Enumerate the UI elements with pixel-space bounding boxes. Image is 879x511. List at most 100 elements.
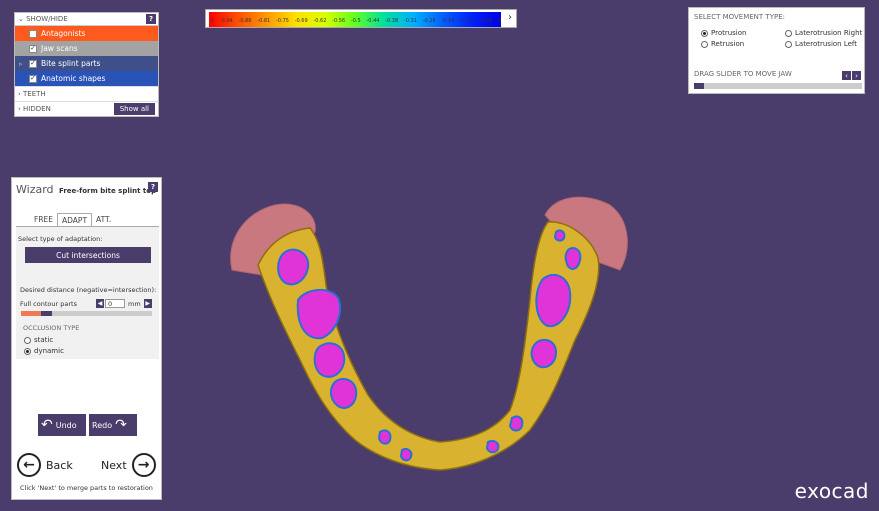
back-button[interactable]: ← Back — [17, 453, 73, 477]
slider-left-button[interactable]: ‹ — [842, 71, 851, 80]
visibility-item-jaw-scans[interactable]: ✓ Jaw scans — [15, 41, 158, 56]
checkbox-anatomic-shapes[interactable]: ✓ — [29, 74, 37, 83]
slider-right-button[interactable]: › — [852, 71, 861, 80]
radio-label: Protrusion — [711, 29, 747, 37]
contact-spot — [399, 447, 413, 462]
radio-label: Laterotrusion Left — [795, 40, 858, 48]
scale-tick-label: -0.81 — [257, 18, 271, 24]
jaw-movement-slider[interactable] — [694, 83, 862, 89]
contact-spot — [313, 342, 346, 378]
scale-tick-label: -0.06 — [478, 18, 492, 24]
radio-button[interactable] — [785, 40, 792, 48]
radio-label: static — [34, 336, 54, 344]
teeth-label: TEETH — [23, 90, 46, 98]
contact-spot — [508, 415, 524, 432]
radio-label: Laterotrusion Right — [795, 29, 863, 37]
wizard-panel: Wizard Free-form bite splint top ? FREE … — [11, 177, 162, 500]
help-button[interactable]: ? — [146, 14, 156, 24]
scale-tick-label: -0.25 — [422, 18, 436, 24]
visibility-item-label: Jaw scans — [41, 44, 78, 53]
visibility-item-label: Antagonists — [41, 29, 86, 38]
increase-button[interactable]: ▶ — [143, 299, 152, 308]
radio-laterotrusion-left[interactable]: Laterotrusion Left — [785, 40, 857, 48]
radio-button[interactable] — [24, 336, 31, 344]
scale-tick-label: -0.88 — [238, 18, 252, 24]
checkbox-antagonists[interactable] — [29, 29, 37, 38]
scale-tick-label: -0.44 — [366, 18, 380, 24]
undo-label: Undo — [55, 420, 77, 430]
visibility-item-bite-splint-parts[interactable]: ▹ ✓ Bite splint parts — [15, 56, 158, 71]
radio-retrusion[interactable]: Retrusion — [701, 40, 744, 48]
checkbox-jaw-scans[interactable]: ✓ — [29, 44, 37, 53]
chevron-down-icon: ⌄ — [18, 15, 27, 23]
distance-stepper[interactable]: ◀ 0 mm ▶ — [96, 299, 152, 308]
redo-icon: ↷ — [115, 417, 127, 433]
radio-button[interactable] — [701, 29, 708, 37]
exocad-logo: exocad — [794, 479, 869, 503]
contact-spot — [277, 248, 310, 286]
undo-icon: ↶ — [41, 417, 53, 433]
radio-protrusion[interactable]: Protrusion — [701, 29, 746, 37]
undo-button[interactable]: ↶ Undo — [38, 414, 86, 436]
contact-spot — [329, 377, 358, 409]
slider-handle[interactable] — [41, 311, 52, 316]
scale-tick-label: -0.69 — [294, 18, 308, 24]
scale-tick-label: -0.31 — [403, 18, 417, 24]
radio-button[interactable] — [785, 29, 792, 37]
next-hint: Click 'Next' to merge parts to restorati… — [20, 484, 153, 492]
wizard-subtitle: Free-form bite splint top — [59, 187, 157, 195]
cut-intersections-button[interactable]: Cut intersections — [25, 247, 151, 263]
visibility-item-antagonists[interactable]: Antagonists — [15, 26, 158, 41]
scale-tick-label: -0.38 — [385, 18, 399, 24]
help-button[interactable]: ? — [148, 182, 158, 192]
expand-scale-icon[interactable]: › — [508, 12, 512, 23]
show-hide-panel: ⌄ SHOW/HIDE ? Antagonists ✓ Jaw scans ▹ … — [14, 12, 159, 117]
visibility-item-label: Bite splint parts — [41, 59, 101, 68]
movement-title: SELECT MOVEMENT TYPE: — [694, 13, 785, 21]
checkbox-bite-splint-parts[interactable]: ✓ — [29, 59, 37, 68]
contact-spot — [530, 338, 558, 369]
movement-panel: SELECT MOVEMENT TYPE: Protrusion Retrusi… — [688, 7, 865, 94]
next-label: Next — [101, 458, 127, 472]
hidden-label: HIDDEN — [23, 105, 51, 113]
expand-arrow-icon[interactable]: ▹ — [19, 60, 25, 68]
redo-button[interactable]: Redo ↷ — [89, 414, 137, 436]
scale-tick-label: -0.12 — [460, 18, 474, 24]
scale-tick-label: 0 — [497, 18, 501, 24]
adaptation-label: Select type of adaptation: — [18, 235, 103, 243]
radio-button[interactable] — [701, 40, 708, 48]
radio-button[interactable] — [24, 347, 31, 355]
scale-tick-label: -0.5 — [350, 18, 361, 24]
radio-dynamic[interactable]: dynamic — [24, 347, 64, 355]
next-button[interactable]: Next → — [101, 453, 156, 477]
radio-label: Retrusion — [711, 40, 745, 48]
radio-laterotrusion-right[interactable]: Laterotrusion Right — [785, 29, 862, 37]
distance-input[interactable]: 0 — [105, 299, 125, 308]
full-contour-label: Full contour parts — [20, 300, 77, 308]
contact-spot — [485, 439, 500, 454]
radio-static[interactable]: static — [24, 336, 53, 344]
distance-color-scale: -1 -0.94 -0.88 -0.81 -0.75 -0.69 -0.62 -0.56 -0.… — [205, 9, 517, 28]
show-all-button[interactable]: Show all — [113, 103, 155, 115]
scale-tick-label: -0.56 — [332, 18, 346, 24]
show-hide-header[interactable]: ⌄ SHOW/HIDE ? — [15, 13, 158, 26]
contact-spot — [564, 247, 582, 270]
wizard-title: Wizard — [16, 183, 54, 196]
teeth-section[interactable]: › TEETH — [15, 86, 158, 101]
hidden-section[interactable]: › HIDDEN Show all — [15, 101, 158, 116]
visibility-item-anatomic-shapes[interactable]: ✓ Anatomic shapes — [15, 71, 158, 86]
slider-fill — [694, 83, 705, 89]
arrow-left-icon: ← — [17, 453, 41, 477]
distance-slider[interactable] — [21, 311, 152, 316]
distance-label: Desired distance (negative=intersection)… — [20, 286, 157, 294]
radio-label: dynamic — [34, 347, 64, 355]
scale-tick-label: -0.75 — [276, 18, 289, 24]
distance-unit: mm — [128, 299, 141, 308]
slider-label: DRAG SLIDER TO MOVE JAW — [694, 70, 792, 78]
visibility-item-label: Anatomic shapes — [41, 74, 106, 83]
scale-tick-label: -0.94 — [219, 18, 233, 24]
scale-tick-label: -0.62 — [313, 18, 327, 24]
decrease-button[interactable]: ◀ — [96, 299, 104, 308]
arrow-right-icon: → — [131, 453, 156, 477]
contact-spot — [377, 429, 392, 445]
